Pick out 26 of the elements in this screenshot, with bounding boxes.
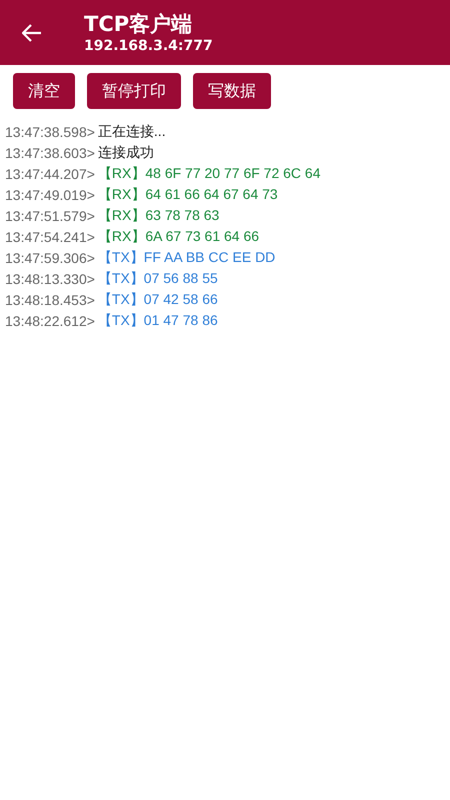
- log-message: 【TX】01 47 78 86: [98, 312, 218, 330]
- log-message: 【TX】FF AA BB CC EE DD: [98, 248, 276, 266]
- address-text: 192.168.3.4:777: [84, 36, 213, 54]
- action-button[interactable]: 清空: [13, 73, 75, 109]
- timestamp: 13:47:51.579>: [5, 208, 95, 224]
- log-message: 【TX】07 42 58 66: [98, 290, 218, 308]
- timestamp: 13:47:59.306>: [5, 250, 95, 266]
- timestamp: 13:48:13.330>: [5, 270, 95, 286]
- action-button[interactable]: 写数据: [193, 73, 271, 109]
- timestamp: 13:48:22.612>: [5, 312, 95, 328]
- action-button[interactable]: 暂停打印: [87, 73, 181, 109]
- timestamp: 13:47:54.241>: [5, 228, 95, 244]
- timestamp: 13:48:18.453>: [5, 292, 95, 308]
- window-title: TCP客户端: [84, 10, 194, 36]
- log-message: 连接成功: [98, 144, 154, 162]
- timestamp: 13:47:38.598>: [5, 124, 95, 140]
- log-message: 【RX】63 78 78 63: [98, 206, 220, 224]
- timestamp: 13:47:49.019>: [5, 186, 95, 202]
- log-message: 【RX】64 61 66 64 67 64 73: [98, 186, 278, 204]
- log-message: 【RX】6A 67 73 61 64 66: [98, 228, 260, 246]
- timestamp: 13:47:44.207>: [5, 166, 95, 182]
- log-message: 正在连接...: [98, 122, 166, 140]
- back-button[interactable]: [22, 24, 42, 42]
- log-message: 【TX】07 56 88 55: [98, 270, 218, 288]
- timestamp: 13:47:38.603>: [5, 144, 95, 160]
- log-message: 【RX】48 6F 77 20 77 6F 72 6C 64: [98, 164, 320, 182]
